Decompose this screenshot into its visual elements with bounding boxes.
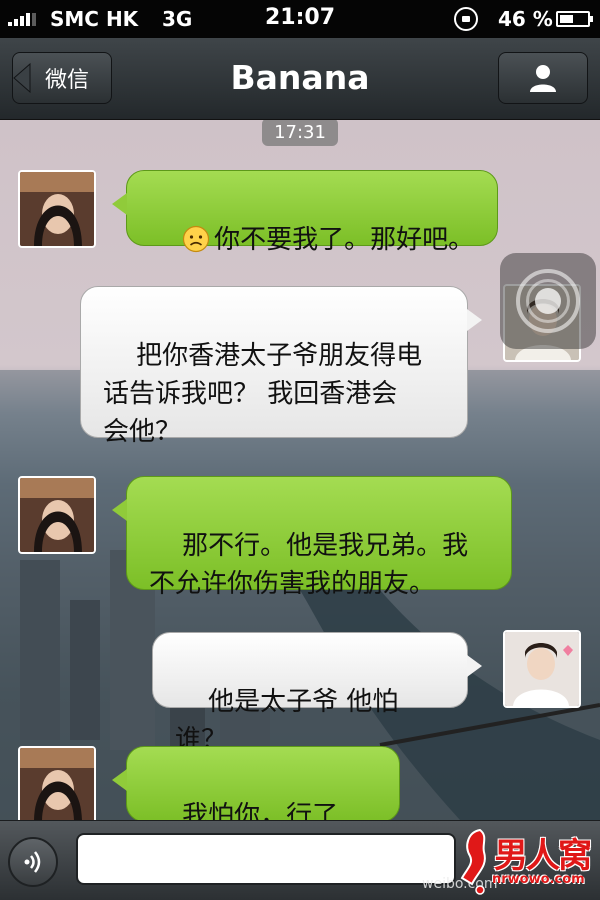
status-bar: SMC HK 3G 21:07 46 % (0, 0, 600, 38)
voice-button[interactable] (8, 837, 58, 887)
voice-wave-icon (24, 851, 41, 873)
message-bubble-received[interactable]: 我怕你，行了吧。 (112, 746, 400, 820)
person-icon (530, 65, 556, 92)
chat-timestamp: 17:31 (262, 120, 338, 146)
message-bubble-sent[interactable]: 他是太子爷 他怕谁？ (152, 632, 482, 755)
logo-url: nrwowo.com (492, 872, 585, 887)
assistive-touch-button[interactable] (500, 253, 596, 349)
profile-button[interactable] (498, 52, 588, 104)
message-input[interactable] (76, 833, 456, 885)
nav-bar: 微信 Banana (0, 38, 600, 120)
message-text: 那不行。他是我兄弟。我 不允许你伤害我的朋友。 (149, 531, 469, 599)
logo-text: 男人窝 (494, 836, 592, 876)
battery-icon (556, 11, 593, 27)
rotation-lock-icon (454, 7, 478, 31)
message-bubble-received[interactable]: 那不行。他是我兄弟。我 不允许你伤害我的朋友。 (112, 476, 512, 599)
site-logo: 男人窝 nrwowo.com (458, 826, 598, 896)
message-text: 你不要我了。那好吧。 (214, 225, 475, 255)
worried-face-icon (182, 225, 210, 253)
contact-avatar[interactable] (18, 746, 96, 820)
battery-percent: 46 % (498, 7, 553, 31)
message-bubble-received[interactable]: 你不要我了。那好吧。 (112, 170, 498, 255)
message-bubble-sent[interactable]: 把你香港太子爷朋友得电 话告诉我吧？ 我回香港会 会他？ (80, 286, 482, 447)
contact-avatar[interactable] (18, 170, 96, 248)
message-text: 我怕你，行了吧。 (182, 801, 339, 820)
contact-avatar[interactable] (18, 476, 96, 554)
my-avatar[interactable] (503, 630, 581, 708)
chat-area[interactable]: 17:31 你不要我了。那好吧。 把你香港太子爷朋友得电 话告诉我吧？ 我回香港… (0, 120, 600, 820)
message-text: 把你香港太子爷朋友得电 话告诉我吧？ 我回香港会 会他？ (103, 341, 423, 447)
